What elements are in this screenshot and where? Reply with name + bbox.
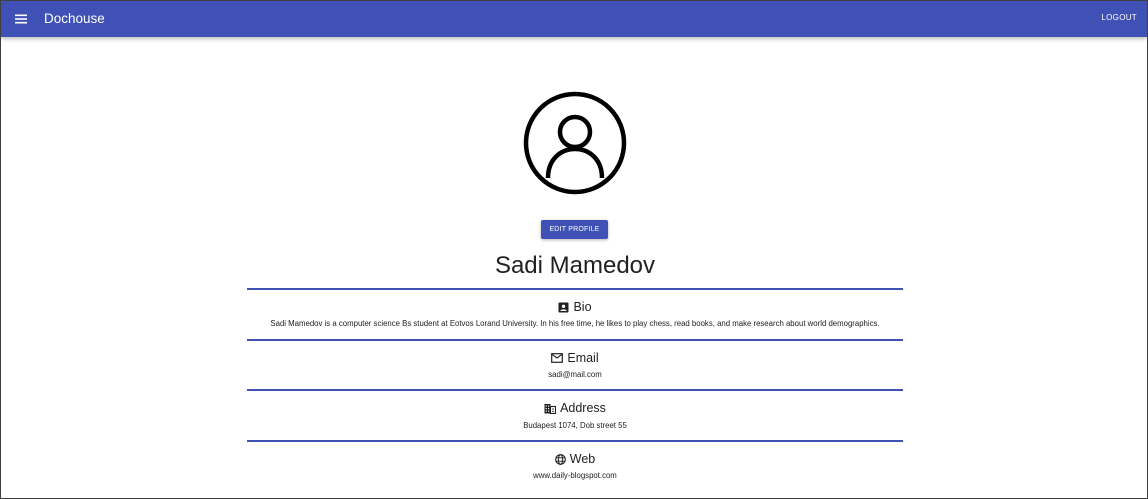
app-title: Dochouse: [44, 11, 105, 26]
email-text: sadi@mail.com: [548, 370, 602, 379]
globe-icon: [554, 453, 566, 465]
web-title: Web: [569, 452, 596, 466]
building-icon: [544, 403, 557, 414]
address-heading: Address: [247, 400, 903, 416]
bio-text: Sadi Mamedov is a computer science Bs st…: [270, 319, 880, 328]
logout-button[interactable]: LOGOUT: [1101, 12, 1137, 24]
address-title: Address: [560, 401, 606, 415]
mail-icon: [551, 353, 564, 363]
web-text: www.daily-blogspot.com: [533, 471, 617, 480]
account-circle-icon: [523, 91, 627, 195]
section-divider: [247, 440, 903, 442]
menu-icon: [15, 14, 27, 24]
email-heading: Email: [247, 350, 903, 366]
edit-profile-button[interactable]: EDIT PROFILE: [541, 220, 608, 239]
email-title: Email: [567, 351, 599, 365]
web-heading: Web: [247, 451, 903, 467]
contact-card-icon: [558, 302, 569, 312]
app-bar: Dochouse LOGOUT: [1, 1, 1147, 37]
menu-button[interactable]: [10, 8, 32, 30]
app-window: Dochouse LOGOUT EDIT PROFILE Sadi Mamedo…: [0, 0, 1148, 499]
section-divider: [247, 339, 903, 341]
address-text: Budapest 1074, Dob street 55: [523, 421, 627, 430]
section-divider: [247, 288, 903, 290]
bio-heading: Bio: [247, 299, 903, 315]
profile-name: Sadi Mamedov: [494, 252, 656, 279]
section-divider: [247, 389, 903, 391]
bio-title: Bio: [573, 300, 592, 314]
